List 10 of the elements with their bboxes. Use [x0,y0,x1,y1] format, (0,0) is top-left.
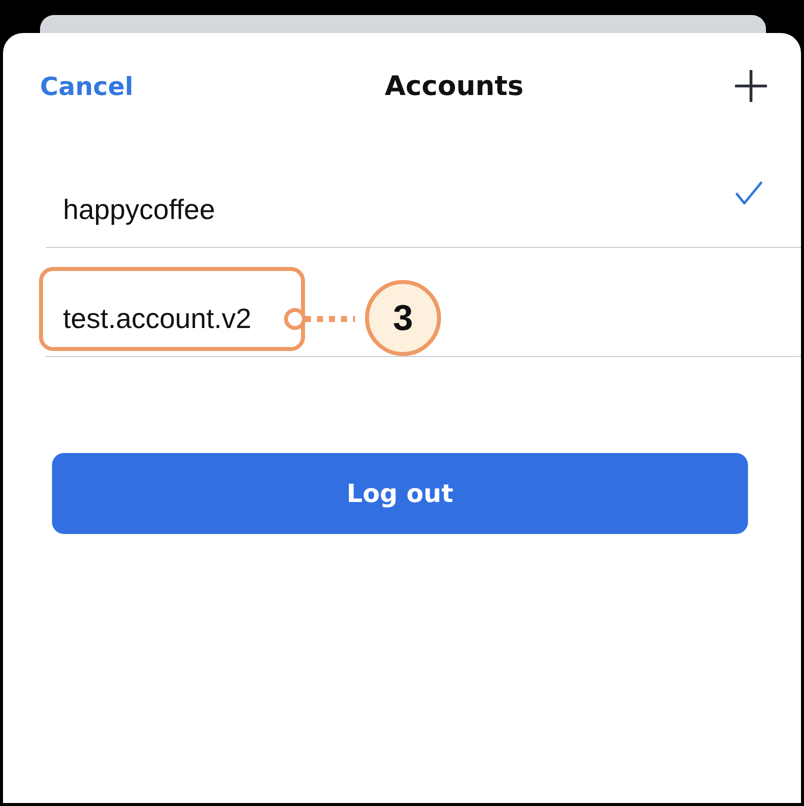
log-out-button[interactable]: Log out [52,453,748,534]
checkmark-icon [735,180,763,206]
account-row[interactable]: happycoffee [46,139,801,248]
account-name: happycoffee [63,194,216,226]
sheet-title: Accounts [384,70,524,102]
account-row[interactable]: test.account.v2 3 [46,248,801,357]
add-icon[interactable] [735,70,767,102]
step-badge: 3 [365,280,441,356]
account-name: test.account.v2 [63,303,252,335]
cancel-button[interactable]: Cancel [40,72,134,100]
